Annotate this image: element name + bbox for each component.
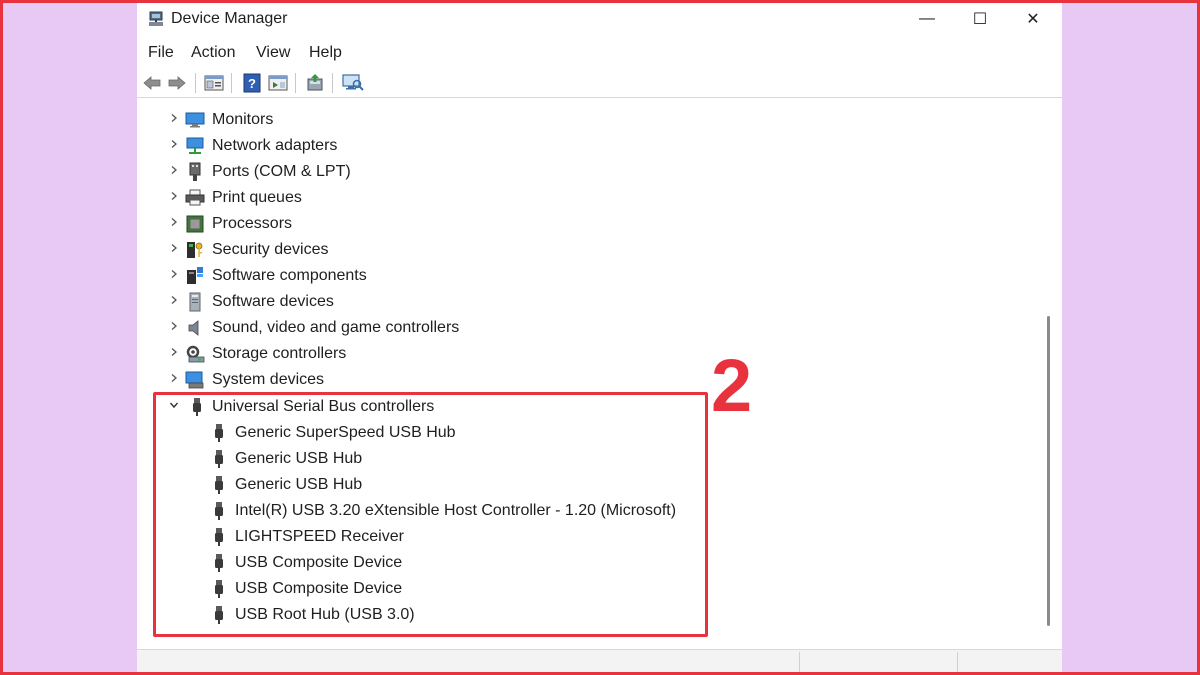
network-adapter-icon bbox=[185, 136, 205, 156]
update-driver-button[interactable] bbox=[304, 72, 326, 94]
tree-item-network-adapters[interactable]: Network adapters bbox=[137, 133, 1017, 159]
scan-hardware-button[interactable] bbox=[342, 72, 364, 94]
tree-item-label: Storage controllers bbox=[212, 345, 347, 362]
maximize-icon: ☐ bbox=[972, 11, 988, 28]
security-device-icon bbox=[185, 240, 205, 260]
close-button[interactable]: ✕ bbox=[1010, 3, 1056, 35]
vertical-scrollbar[interactable] bbox=[1045, 98, 1051, 646]
status-bar-divider bbox=[957, 652, 958, 672]
software-device-icon bbox=[185, 292, 205, 312]
tree-item-software-components[interactable]: Software components bbox=[137, 263, 1017, 289]
chevron-right-icon[interactable] bbox=[167, 319, 181, 333]
back-button[interactable] bbox=[141, 72, 163, 94]
properties-icon bbox=[204, 75, 224, 91]
printer-icon bbox=[185, 188, 205, 208]
maximize-button[interactable]: ☐ bbox=[957, 3, 1003, 35]
update-driver-icon bbox=[307, 74, 323, 91]
toolbar: ? bbox=[137, 67, 1062, 98]
chevron-right-icon[interactable] bbox=[167, 371, 181, 385]
storage-controller-icon bbox=[185, 344, 205, 364]
usb-controllers-highlight-box bbox=[153, 392, 708, 637]
window-title: Device Manager bbox=[171, 10, 288, 27]
toolbar-separator bbox=[332, 73, 333, 93]
tree-item-label: Software components bbox=[212, 267, 367, 284]
port-icon bbox=[185, 162, 205, 182]
step-number-callout: 2 bbox=[711, 344, 753, 427]
toolbar-separator bbox=[295, 73, 296, 93]
tree-item-label: Monitors bbox=[212, 111, 274, 128]
tree-item-label: Ports (COM & LPT) bbox=[212, 163, 351, 180]
chevron-right-icon[interactable] bbox=[167, 345, 181, 359]
chevron-right-icon[interactable] bbox=[167, 137, 181, 151]
forward-button[interactable] bbox=[166, 72, 188, 94]
chevron-right-icon[interactable] bbox=[167, 215, 181, 229]
status-bar bbox=[137, 649, 1062, 672]
system-device-icon bbox=[185, 370, 205, 390]
forward-icon bbox=[168, 76, 186, 90]
scan-hardware-icon bbox=[342, 74, 364, 91]
menu-bar: File Action View Help bbox=[137, 39, 1062, 67]
chevron-right-icon[interactable] bbox=[167, 189, 181, 203]
tree-item-security-devices[interactable]: Security devices bbox=[137, 237, 1017, 263]
toolbar-separator bbox=[231, 73, 232, 93]
view-icon bbox=[268, 75, 288, 91]
view-button[interactable] bbox=[267, 72, 289, 94]
tree-item-label: Print queues bbox=[212, 189, 302, 206]
menu-file[interactable]: File bbox=[148, 43, 174, 63]
menu-view[interactable]: View bbox=[256, 43, 290, 63]
svg-text:?: ? bbox=[248, 76, 256, 91]
chevron-right-icon[interactable] bbox=[167, 163, 181, 177]
tree-item-label: Processors bbox=[212, 215, 293, 232]
back-icon bbox=[143, 76, 161, 90]
title-bar[interactable]: Device Manager — ☐ ✕ bbox=[137, 3, 1062, 37]
tree-item-label: Sound, video and game controllers bbox=[212, 319, 460, 336]
tree-item-monitors[interactable]: Monitors bbox=[137, 107, 1017, 133]
processor-icon bbox=[185, 214, 205, 234]
minimize-button[interactable]: — bbox=[904, 3, 950, 35]
chevron-right-icon[interactable] bbox=[167, 241, 181, 255]
tree-item-label: Software devices bbox=[212, 293, 334, 310]
monitor-icon bbox=[185, 110, 205, 130]
tree-item-label: Network adapters bbox=[212, 137, 338, 154]
speaker-icon bbox=[185, 318, 205, 338]
chevron-right-icon[interactable] bbox=[167, 111, 181, 125]
tree-item-storage-controllers[interactable]: Storage controllers bbox=[137, 341, 1017, 367]
tree-item-ports[interactable]: Ports (COM & LPT) bbox=[137, 159, 1017, 185]
tree-item-print-queues[interactable]: Print queues bbox=[137, 185, 1017, 211]
properties-button[interactable] bbox=[203, 72, 225, 94]
tree-item-processors[interactable]: Processors bbox=[137, 211, 1017, 237]
minimize-icon: — bbox=[919, 10, 935, 27]
tree-item-sound-video-game-controllers[interactable]: Sound, video and game controllers bbox=[137, 315, 1017, 341]
help-button[interactable]: ? bbox=[241, 72, 263, 94]
device-manager-app-icon bbox=[149, 11, 163, 26]
help-icon: ? bbox=[243, 73, 261, 93]
scrollbar-thumb[interactable] bbox=[1047, 316, 1050, 626]
close-icon: ✕ bbox=[1026, 11, 1040, 28]
toolbar-separator bbox=[195, 73, 196, 93]
tree-item-label: Security devices bbox=[212, 241, 329, 258]
tree-item-system-devices[interactable]: System devices bbox=[137, 367, 1017, 393]
chevron-right-icon[interactable] bbox=[167, 267, 181, 281]
software-component-icon bbox=[185, 266, 205, 286]
status-bar-divider bbox=[799, 652, 800, 672]
tree-item-software-devices[interactable]: Software devices bbox=[137, 289, 1017, 315]
menu-help[interactable]: Help bbox=[309, 43, 342, 63]
chevron-right-icon[interactable] bbox=[167, 293, 181, 307]
menu-action[interactable]: Action bbox=[191, 43, 235, 63]
tree-item-label: System devices bbox=[212, 371, 325, 388]
